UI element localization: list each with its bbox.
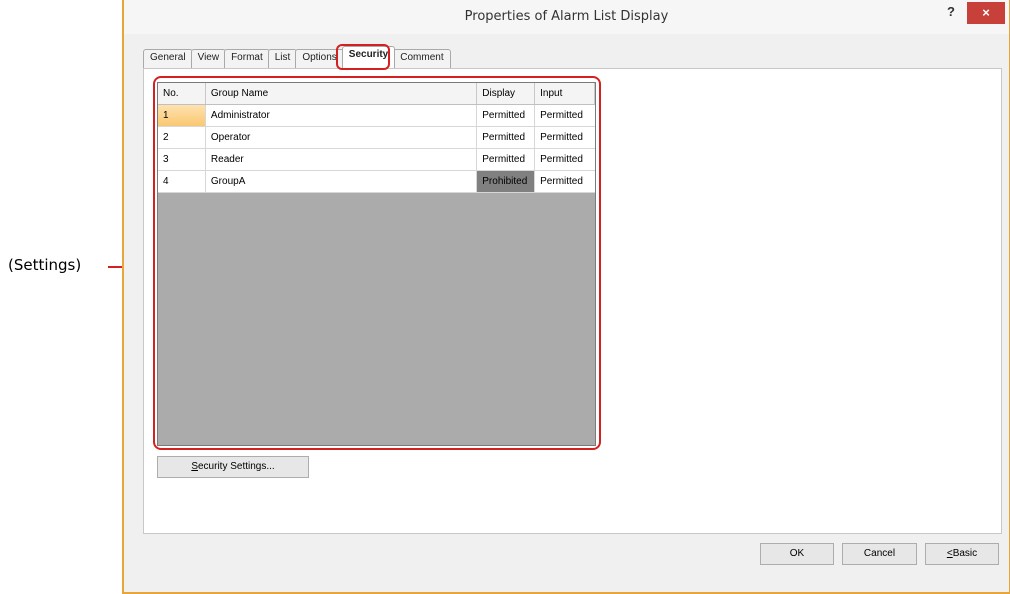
row-number-cell[interactable]: 3 xyxy=(158,149,206,170)
settings-callout-label: (Settings) xyxy=(8,256,82,274)
input-permission-cell[interactable]: Permitted xyxy=(535,149,595,170)
tab-list[interactable]: List xyxy=(267,49,298,68)
table-row[interactable]: 2 Operator Permitted Permitted xyxy=(158,127,595,149)
display-permission-cell[interactable]: Permitted xyxy=(477,127,536,148)
tab-view[interactable]: View xyxy=(190,49,227,68)
basic-button[interactable]: <Basic xyxy=(925,543,999,565)
table-row[interactable]: 4 GroupA Prohibited Permitted xyxy=(158,171,595,193)
tab-format[interactable]: Format xyxy=(224,49,270,68)
properties-dialog: Properties of Alarm List Display ? × Gen… xyxy=(122,0,1010,594)
tab-comment[interactable]: Comment xyxy=(393,49,451,68)
table-row[interactable]: 3 Reader Permitted Permitted xyxy=(158,149,595,171)
dialog-title: Properties of Alarm List Display xyxy=(464,9,669,24)
table-header: No. Group Name Display Input xyxy=(158,83,595,105)
group-name-cell[interactable]: GroupA xyxy=(206,171,478,192)
column-header-input[interactable]: Input xyxy=(535,83,595,104)
column-header-no[interactable]: No. xyxy=(158,83,206,104)
display-permission-cell[interactable]: Permitted xyxy=(477,149,536,170)
column-header-display[interactable]: Display xyxy=(477,83,536,104)
basic-label: Basic xyxy=(952,548,978,559)
input-permission-cell[interactable]: Permitted xyxy=(535,171,595,192)
close-button[interactable]: × xyxy=(967,2,1005,24)
help-button[interactable]: ? xyxy=(937,4,965,24)
column-header-group-name[interactable]: Group Name xyxy=(206,83,478,104)
row-number-cell[interactable]: 4 xyxy=(158,171,206,192)
security-group-table[interactable]: No. Group Name Display Input 1 Administr… xyxy=(157,82,596,446)
row-number-cell[interactable]: 2 xyxy=(158,127,206,148)
tab-strip: General View Format List Options Securit… xyxy=(143,46,451,68)
display-permission-cell[interactable]: Prohibited xyxy=(477,171,536,192)
row-number-cell[interactable]: 1 xyxy=(158,105,206,126)
table-row[interactable]: 1 Administrator Permitted Permitted xyxy=(158,105,595,127)
group-name-cell[interactable]: Reader xyxy=(206,149,478,170)
title-bar[interactable]: Properties of Alarm List Display ? × xyxy=(124,0,1009,34)
security-tab-highlight xyxy=(336,44,390,70)
input-permission-cell[interactable]: Permitted xyxy=(535,127,595,148)
group-name-cell[interactable]: Administrator xyxy=(206,105,478,126)
ok-button[interactable]: OK xyxy=(760,543,834,565)
group-name-cell[interactable]: Operator xyxy=(206,127,478,148)
security-settings-mnemonic: S xyxy=(191,461,198,472)
security-settings-label: ecurity Settings... xyxy=(197,461,275,472)
cancel-button[interactable]: Cancel xyxy=(842,543,917,565)
input-permission-cell[interactable]: Permitted xyxy=(535,105,595,126)
tab-general[interactable]: General xyxy=(143,49,193,68)
display-permission-cell[interactable]: Permitted xyxy=(477,105,536,126)
security-settings-button[interactable]: Security Settings... xyxy=(157,456,309,478)
